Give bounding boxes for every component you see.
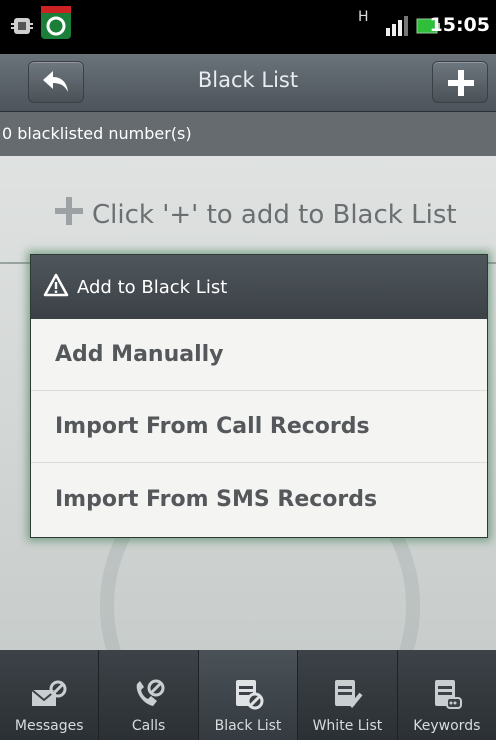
tab-label: Keywords: [413, 718, 481, 734]
tab-label: Black List: [214, 718, 282, 734]
black-list-icon: [228, 678, 268, 712]
tab-label: Messages: [14, 718, 84, 734]
status-time: 15:05: [429, 14, 490, 36]
dialog-title: Add to Black List: [77, 276, 228, 298]
tab-calls[interactable]: Calls: [99, 650, 199, 740]
network-label: H: [358, 9, 369, 25]
plus-icon: [446, 68, 476, 102]
tab-label: White List: [312, 718, 383, 734]
plus-icon: [52, 194, 86, 235]
add-button[interactable]: [432, 61, 488, 103]
tab-messages[interactable]: Messages: [0, 650, 100, 740]
signal-icon: [384, 16, 410, 40]
warning-icon: [43, 273, 69, 302]
network-type-icon: H: [358, 10, 369, 24]
add-to-blacklist-dialog: Add to Black List Add Manually Import Fr…: [30, 254, 488, 538]
keywords-icon: [427, 678, 467, 712]
phone-block-icon: [129, 678, 169, 712]
debug-icon: [10, 14, 34, 42]
import-call-records-option[interactable]: Import From Call Records: [31, 391, 487, 463]
status-bar: H 15:05: [0, 0, 496, 54]
bottom-tab-bar: Messages Calls Black List White List Key…: [0, 650, 496, 740]
dialog-header: Add to Black List: [31, 255, 487, 319]
app-notification-icon: [40, 6, 72, 44]
title-bar: Black List: [0, 54, 496, 112]
blacklist-count: 0 blacklisted number(s): [0, 112, 496, 156]
tab-white-list[interactable]: White List: [298, 650, 398, 740]
empty-hint: Click '+' to add to Black List: [52, 194, 457, 235]
white-list-icon: [327, 678, 367, 712]
page-title: Black List: [197, 68, 299, 92]
message-block-icon: [29, 678, 69, 712]
tab-label: Calls: [131, 718, 166, 734]
add-manually-option[interactable]: Add Manually: [31, 319, 487, 391]
empty-hint-text: Click '+' to add to Black List: [92, 199, 457, 230]
import-sms-records-option[interactable]: Import From SMS Records: [31, 463, 487, 535]
tab-keywords[interactable]: Keywords: [398, 650, 496, 740]
tab-black-list[interactable]: Black List: [198, 650, 299, 740]
